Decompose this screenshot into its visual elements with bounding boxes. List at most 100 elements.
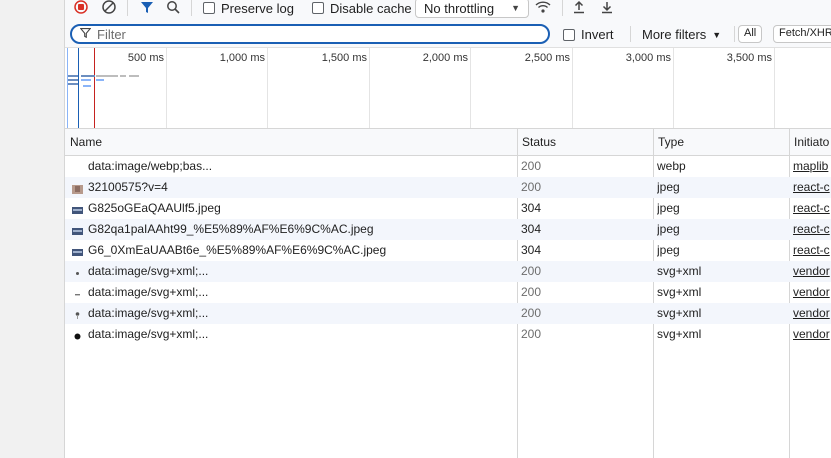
request-type: svg+xml (657, 285, 702, 299)
column-header-initiator[interactable]: Initiato (789, 129, 831, 155)
avatar-thumb-icon (72, 183, 83, 194)
request-name: data:image/svg+xml;... (88, 327, 209, 341)
left-gutter (0, 0, 65, 458)
overview-tick-label: 500 ms (127, 52, 164, 64)
overview-request-bar (129, 75, 139, 77)
table-row[interactable]: G6_0XmEaUAABt6e_%E5%89%AF%E6%9C%AC.jpeg 3… (65, 240, 831, 261)
request-initiator[interactable]: vendor (793, 324, 831, 345)
table-row[interactable]: data:image/svg+xml;... 200 svg+xml vendor (65, 261, 831, 282)
preserve-log-checkbox[interactable]: Preserve log (203, 0, 294, 16)
network-toolbar: Preserve log Disable cache No throttling… (65, 0, 831, 18)
svg-circle-icon (72, 330, 83, 340)
request-name: 32100575?v=4 (88, 180, 168, 194)
request-initiator[interactable]: vendor (793, 282, 831, 303)
request-type: jpeg (657, 222, 680, 236)
toolbar-divider (734, 26, 735, 42)
request-initiator[interactable]: react-c (793, 219, 831, 240)
overview-tick-label: 3,500 ms (726, 52, 772, 64)
load-event-marker (94, 48, 95, 128)
request-status: 200 (521, 285, 542, 299)
toolbar-divider (630, 26, 631, 42)
disable-cache-checkbox[interactable]: Disable cache (312, 0, 412, 16)
overview-selection-edge (67, 48, 68, 128)
checkbox-box[interactable] (563, 28, 575, 41)
request-type: webp (657, 159, 686, 173)
filter-funnel-icon[interactable] (138, 0, 156, 16)
filter-toolbar: Invert More filters ▼ All Fetch/XHR (65, 18, 831, 48)
request-type: jpeg (657, 180, 680, 194)
image-thumb-icon (72, 246, 83, 256)
filter-chip-fetch-xhr[interactable]: Fetch/XHR (773, 25, 831, 43)
overview-request-bar (96, 79, 104, 81)
request-type: jpeg (657, 243, 680, 257)
request-name: G825oGEaQAAUlf5.jpeg (88, 201, 221, 215)
invert-checkbox[interactable]: Invert (563, 27, 614, 42)
request-status: 200 (521, 264, 542, 278)
overview-tick-label: 1,000 ms (219, 52, 265, 64)
request-initiator[interactable]: react-c (793, 240, 831, 261)
request-initiator[interactable]: maplib (793, 156, 831, 177)
dom-content-loaded-marker (78, 48, 79, 128)
request-type: svg+xml (657, 327, 702, 341)
filter-chip-all[interactable]: All (738, 25, 763, 43)
toolbar-divider (191, 0, 192, 16)
svg-pin-icon (72, 309, 83, 319)
overview-request-bar (68, 83, 78, 85)
image-thumb-icon (72, 225, 83, 235)
svg-dash-icon (72, 288, 83, 297)
request-status: 200 (521, 159, 542, 173)
column-header-type[interactable]: Type (653, 129, 789, 155)
filter-input[interactable] (97, 26, 517, 42)
request-initiator[interactable]: react-c (793, 177, 831, 198)
export-har-download-icon[interactable] (598, 0, 616, 16)
network-conditions-icon[interactable] (534, 0, 552, 16)
network-overview-timeline[interactable]: 500 ms 1,000 ms 1,500 ms 2,000 ms 2,500 … (65, 48, 831, 129)
column-header-name[interactable]: Name (65, 129, 517, 155)
more-filters-dropdown[interactable]: More filters ▼ (642, 27, 721, 42)
blank-icon (72, 162, 83, 171)
overview-gridline (470, 48, 471, 128)
table-row[interactable]: data:image/svg+xml;... 200 svg+xml vendor (65, 324, 831, 345)
overview-request-bar (68, 79, 78, 81)
search-icon[interactable] (164, 0, 182, 16)
request-status: 200 (521, 180, 542, 194)
request-type: jpeg (657, 201, 680, 215)
table-row[interactable]: G825oGEaQAAUlf5.jpeg 304 jpeg react-c (65, 198, 831, 219)
table-header: Name Status Type Initiato (65, 129, 831, 156)
chevron-down-icon: ▼ (511, 3, 520, 13)
request-status: 200 (521, 306, 542, 320)
table-row[interactable]: 32100575?v=4 200 jpeg react-c (65, 177, 831, 198)
filter-input-wrapper[interactable] (70, 24, 550, 44)
request-name: G6_0XmEaUAABt6e_%E5%89%AF%E6%9C%AC.jpeg (88, 243, 387, 257)
request-name: data:image/webp;bas... (88, 159, 213, 173)
clear-icon[interactable] (100, 0, 118, 16)
request-type: svg+xml (657, 306, 702, 320)
overview-request-bar (83, 85, 91, 87)
request-initiator[interactable]: react-c (793, 198, 831, 219)
request-type: svg+xml (657, 264, 702, 278)
overview-gridline (774, 48, 775, 128)
disable-cache-label: Disable cache (330, 0, 412, 16)
table-row[interactable]: G82qa1paIAAht99_%E5%89%AF%E6%9C%AC.jpeg 3… (65, 219, 831, 240)
overview-gridline (166, 48, 167, 128)
overview-tick-label: 1,500 ms (321, 52, 367, 64)
request-initiator[interactable]: vendor (793, 303, 831, 324)
import-har-upload-icon[interactable] (570, 0, 588, 16)
request-status: 304 (521, 201, 542, 215)
checkbox-box[interactable] (203, 2, 215, 14)
throttling-select[interactable]: No throttling ▼ (415, 0, 529, 18)
request-status: 304 (521, 222, 542, 236)
request-name: data:image/svg+xml;... (88, 306, 209, 320)
throttling-value: No throttling (424, 0, 495, 16)
request-initiator[interactable]: vendor (793, 261, 831, 282)
table-row[interactable]: data:image/svg+xml;... 200 svg+xml vendor (65, 303, 831, 324)
column-header-status[interactable]: Status (517, 129, 653, 155)
checkbox-box[interactable] (312, 2, 324, 14)
record-stop-icon[interactable] (72, 0, 90, 16)
chevron-down-icon: ▼ (712, 29, 722, 40)
table-row[interactable]: data:image/webp;bas... 200 webp maplib (65, 156, 831, 177)
request-name: data:image/svg+xml;... (88, 264, 209, 278)
preserve-log-label: Preserve log (221, 0, 294, 16)
table-row[interactable]: data:image/svg+xml;... 200 svg+xml vendor (65, 282, 831, 303)
overview-tick-label: 2,500 ms (524, 52, 570, 64)
